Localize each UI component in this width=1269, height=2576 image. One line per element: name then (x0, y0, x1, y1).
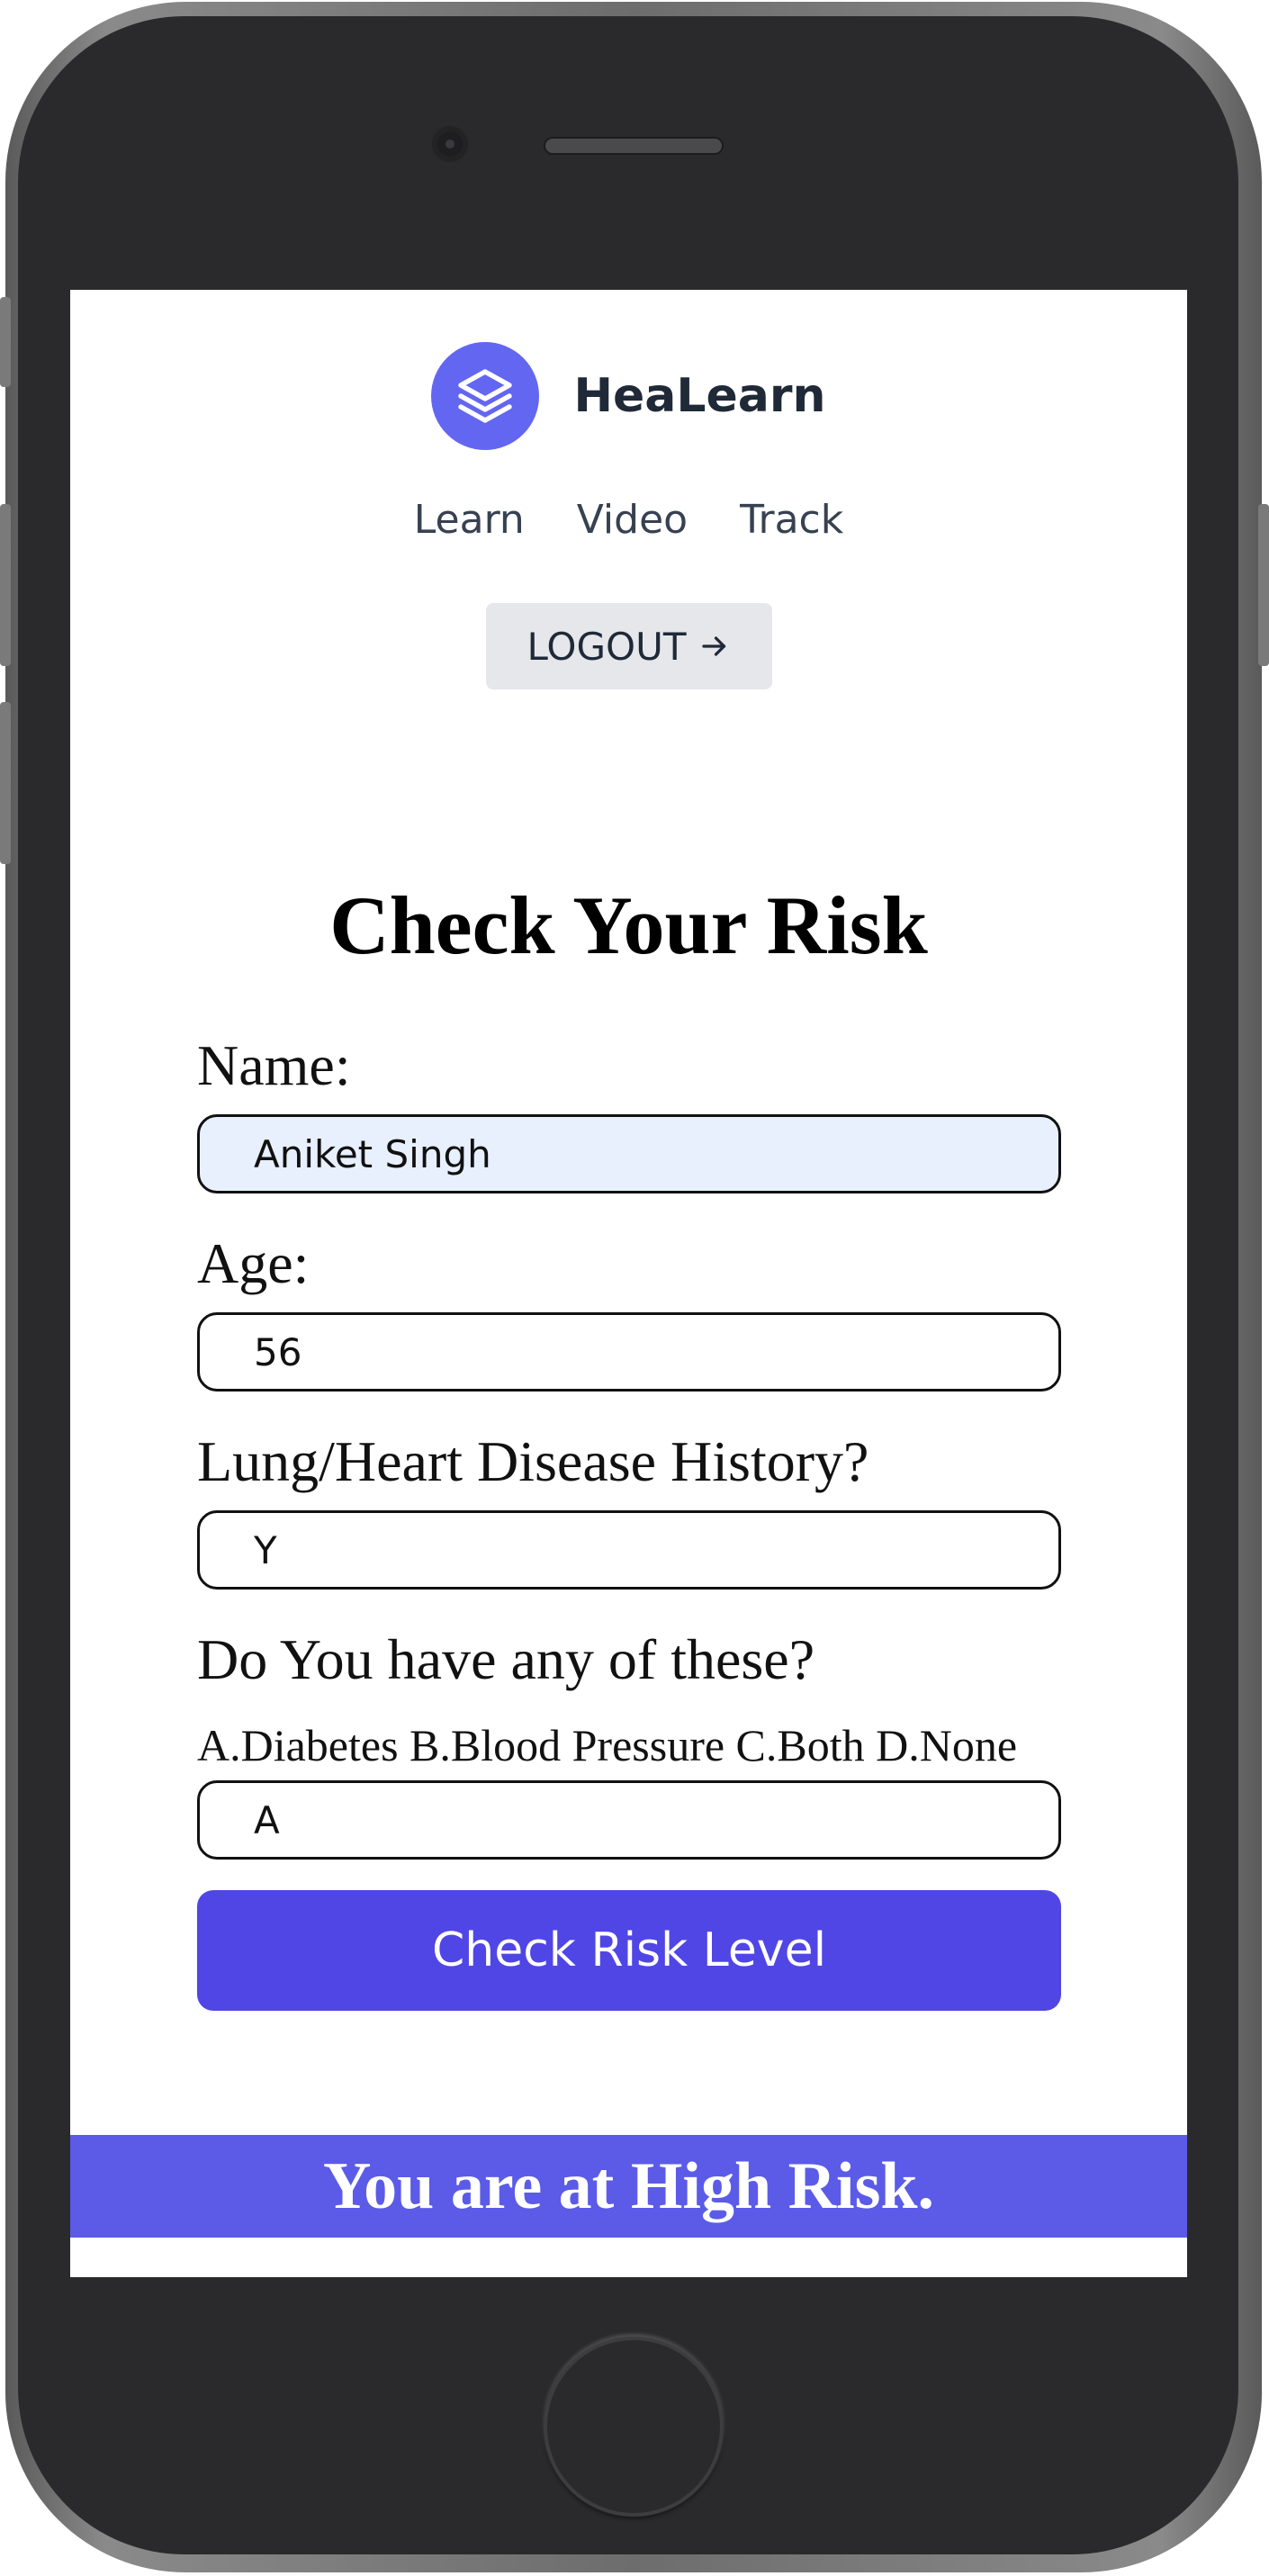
check-risk-button[interactable]: Check Risk Level (197, 1890, 1061, 2011)
conditions-options: A.Diabetes B.Blood Pressure C.Both D.Non… (197, 1720, 1018, 1770)
history-label: Lung/Heart Disease History? (197, 1429, 869, 1493)
front-camera (432, 126, 468, 162)
main-nav: Learn Video Track (70, 497, 1187, 543)
earpiece-speaker (544, 137, 724, 155)
nav-item-video[interactable]: Video (577, 497, 688, 543)
logout-label: LOGOUT (526, 624, 687, 669)
age-input[interactable] (197, 1312, 1061, 1392)
home-button[interactable] (544, 2337, 724, 2517)
age-label: Age: (197, 1231, 310, 1295)
nav-item-track[interactable]: Track (740, 497, 843, 543)
result-banner: You are at High Risk. (70, 2135, 1187, 2238)
stacked-layers-icon (431, 342, 540, 450)
brand-name: HeaLearn (573, 369, 826, 423)
arrow-right-icon (702, 636, 726, 656)
conditions-input[interactable] (197, 1780, 1061, 1860)
logout-button[interactable]: LOGOUT (486, 603, 772, 689)
name-input[interactable] (197, 1114, 1061, 1193)
brand-header[interactable]: HeaLearn (70, 342, 1187, 450)
conditions-label: Do You have any of these? (197, 1627, 815, 1691)
nav-item-learn[interactable]: Learn (414, 497, 525, 543)
app-screen: HeaLearn Learn Video Track LOGOUT Check … (70, 290, 1187, 2277)
result-text: You are at High Risk. (322, 2148, 935, 2223)
name-label: Name: (197, 1033, 351, 1097)
volume-up-button (0, 504, 11, 666)
history-input[interactable] (197, 1510, 1061, 1590)
power-button (1258, 504, 1269, 666)
mute-switch (0, 297, 11, 387)
volume-down-button (0, 702, 11, 864)
page-title: Check Your Risk (329, 879, 928, 971)
